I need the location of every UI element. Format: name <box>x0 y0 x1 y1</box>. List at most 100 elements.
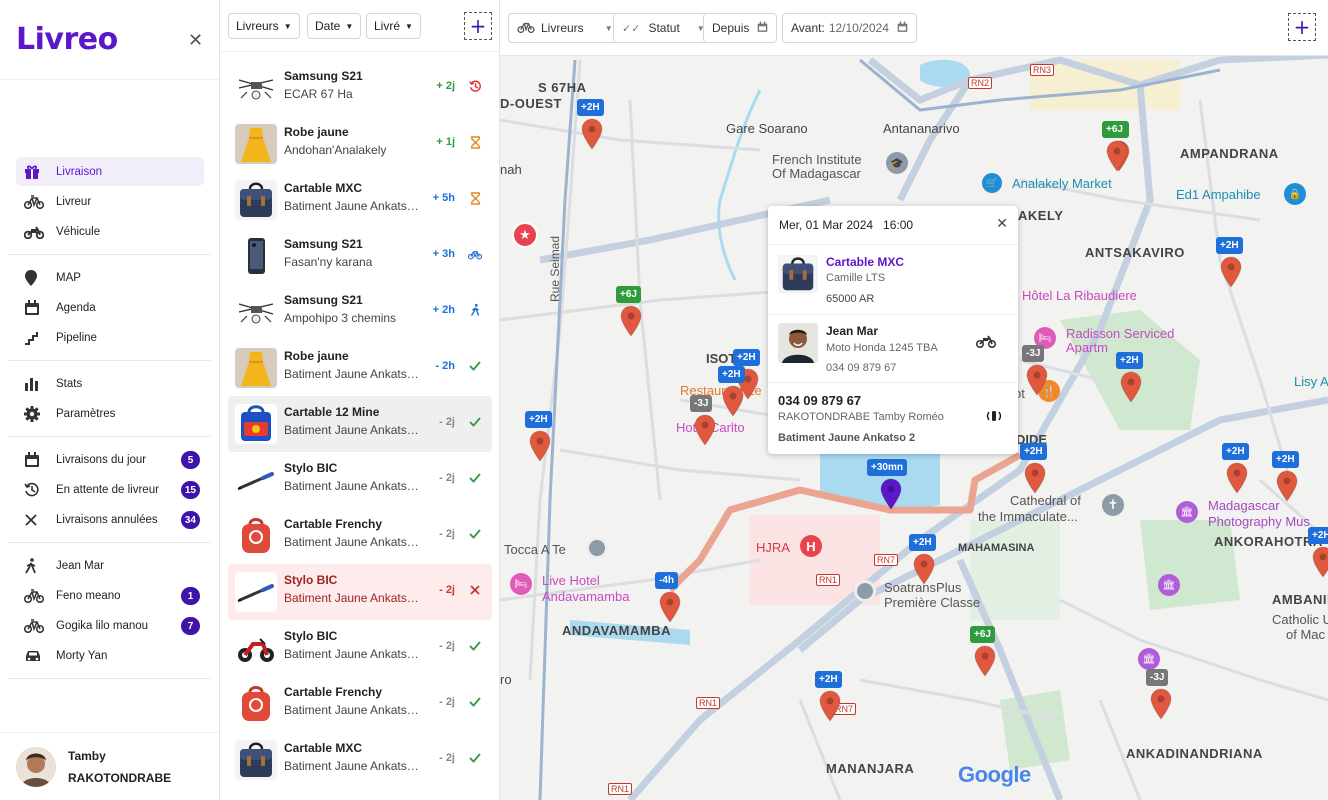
sidebar-item-courier-gogika[interactable]: Gogika lilo manou 7 <box>16 611 204 640</box>
delivery-popup[interactable]: Mer, 01 Mar 2024 16:00 ✕ Cartable MXC Ca… <box>768 206 1018 454</box>
delivery-pin[interactable] <box>1275 470 1299 502</box>
delivery-pin[interactable] <box>912 553 936 585</box>
delivery-row[interactable]: Samsung S21 Ampohipo 3 chemins + 2h <box>228 284 492 340</box>
sidebar-item-courier-morty-yan[interactable]: Morty Yan <box>16 641 204 670</box>
poi-marker-icon[interactable] <box>586 537 608 559</box>
church-icon[interactable]: ✝ <box>1102 494 1124 516</box>
delivery-row[interactable]: Cartable 12 Mine Batiment Jaune Ankatso 2… <box>228 396 492 452</box>
delivery-row[interactable]: Stylo BIC Batiment Jaune Ankatso 2 - 2j <box>228 620 492 676</box>
delivery-pin[interactable] <box>1311 546 1328 578</box>
close-icon <box>468 583 482 597</box>
museum-icon[interactable]: 🏛 <box>1158 574 1180 596</box>
filter-livreurs-dropdown[interactable]: Livreurs ▼ <box>228 13 300 39</box>
phone-ringing-icon[interactable] <box>986 408 1002 427</box>
count-badge: 1 <box>181 587 200 605</box>
close-icon <box>24 511 46 529</box>
hotel-icon[interactable]: 🛏 <box>510 573 532 595</box>
delivery-row[interactable]: Stylo BIC Batiment Jaune Ankatso 2 - 2j <box>228 452 492 508</box>
popup-product-title[interactable]: Cartable MXC <box>826 255 904 269</box>
filter-label: Avant: <box>791 21 825 35</box>
sidebar-item-agenda[interactable]: Agenda <box>16 293 204 322</box>
delivery-pin[interactable] <box>1025 364 1049 396</box>
pin-time-label: -3J <box>1146 669 1169 686</box>
close-popup-icon[interactable]: ✕ <box>996 216 1008 232</box>
sidebar-item-en-attente[interactable]: En attente de livreur 15 <box>16 475 204 504</box>
map-filter-livreurs-dropdown[interactable]: Livreurs ▼ <box>508 13 622 43</box>
map-filter-depuis-date[interactable]: Depuis <box>703 13 778 43</box>
delivery-row[interactable]: Stylo BIC Batiment Jaune Ankatso 2 - 2j <box>228 564 492 620</box>
sidebar-item-courier-jean-mar[interactable]: Jean Mar <box>16 551 204 580</box>
school-icon[interactable]: 🎓 <box>886 152 908 174</box>
active-courier-pin[interactable] <box>879 478 903 510</box>
user-profile[interactable]: Tamby RAKOTONDRABE <box>0 732 219 800</box>
hospital-icon[interactable]: H <box>800 535 822 557</box>
delivery-list-panel: Livreurs ▼ Date ▼ Livré ▼ + Samsung S21 ECAR… <box>220 0 500 800</box>
sidebar-item-courier-feno-meano[interactable]: Feno meano 1 <box>16 581 204 610</box>
map-filter-avant-date[interactable]: Avant: 12/10/2024 <box>782 13 917 43</box>
poi-marker-icon[interactable] <box>854 580 876 602</box>
map-filter-statut-dropdown[interactable]: ✓✓ Statut ▼ <box>613 13 714 43</box>
map-label: ANKADINANDRIANA <box>1126 746 1263 761</box>
close-sidebar-icon[interactable]: ✕ <box>188 30 203 51</box>
product-thumbnail <box>235 628 277 668</box>
filter-livre-dropdown[interactable]: Livré ▼ <box>366 13 421 39</box>
museum-icon[interactable]: 🏛 <box>1176 501 1198 523</box>
delivery-pin[interactable] <box>619 305 643 337</box>
delivery-pin[interactable] <box>693 414 717 446</box>
map-label: ro <box>500 672 512 687</box>
sidebar-item-annulees[interactable]: Livraisons annulées 34 <box>16 505 204 534</box>
delivery-time-offset: - 2j <box>439 584 455 596</box>
divider <box>8 542 211 543</box>
add-delivery-button[interactable]: + <box>464 12 492 40</box>
pin-time-label: +2H <box>909 534 936 551</box>
delivery-pin[interactable] <box>1225 462 1249 494</box>
museum-icon[interactable]: 🏛 <box>1138 648 1160 670</box>
sidebar-item-stats[interactable]: Stats <box>16 369 204 398</box>
delivery-row[interactable]: Cartable MXC Batiment Jaune Ankatso 2 + 5h <box>228 172 492 228</box>
sidebar-item-livreur[interactable]: Livreur <box>16 187 204 216</box>
delivery-row[interactable]: Samsung S21 ECAR 67 Ha + 2j <box>228 60 492 116</box>
map-label: S 67HA <box>538 80 587 95</box>
add-map-item-button[interactable]: + <box>1288 13 1316 41</box>
delivery-row[interactable]: Robe jaune Batiment Jaune Ankatso 2 - 2h <box>228 340 492 396</box>
sidebar-item-livraisons-du-jour[interactable]: Livraisons du jour 5 <box>16 445 204 474</box>
delivery-pin[interactable] <box>1149 688 1173 720</box>
popup-client-phone[interactable]: 034 09 879 67 <box>778 393 861 408</box>
delivery-row[interactable]: Cartable Frenchy Batiment Jaune Ankatso 2… <box>228 676 492 732</box>
sidebar-item-parametres[interactable]: Paramètres <box>16 399 204 428</box>
shopping-cart-icon[interactable]: 🛒 <box>982 173 1002 193</box>
delivery-pin[interactable] <box>528 430 552 462</box>
delivery-pin[interactable] <box>721 385 745 417</box>
pin-time-label: -3J <box>690 395 713 412</box>
app-logo[interactable]: Livreo <box>16 22 118 57</box>
delivery-row[interactable]: Cartable MXC Batiment Jaune Ankatso 2 - 2j <box>228 732 492 788</box>
delivery-title: Samsung S21 <box>284 69 363 83</box>
lock-icon[interactable]: 🔒 <box>1284 183 1306 205</box>
delivery-title: Robe jaune <box>284 349 349 363</box>
sidebar-item-livraison[interactable]: Livraison <box>16 157 204 186</box>
calendar-icon <box>757 21 768 36</box>
sidebar-item-vehicule[interactable]: Véhicule <box>16 217 204 246</box>
map-panel[interactable]: D-OUEST S 67HA nah Gare Soarano Antanana… <box>500 0 1328 800</box>
delivery-address: Andohan'Analakely <box>284 143 387 157</box>
delivery-row[interactable]: Cartable Frenchy Batiment Jaune Ankatso 2… <box>228 508 492 564</box>
sidebar-item-map[interactable]: MAP <box>16 263 204 292</box>
count-badge: 34 <box>180 511 200 529</box>
map-label: ANKORAHOTRA <box>1214 534 1323 549</box>
product-thumbnail <box>235 572 277 612</box>
delivery-pin[interactable] <box>973 645 997 677</box>
delivery-pin[interactable] <box>580 118 604 150</box>
delivery-pin[interactable] <box>1219 256 1243 288</box>
delivery-pin[interactable] <box>1119 371 1143 403</box>
sidebar-item-pipeline[interactable]: Pipeline <box>16 323 204 352</box>
delivery-row[interactable]: Samsung S21 Fasan'ny karana + 3h <box>228 228 492 284</box>
poi-star-icon[interactable]: ★ <box>512 222 538 248</box>
delivery-pin[interactable] <box>1105 140 1129 172</box>
chevron-down-icon: ▼ <box>283 21 292 31</box>
delivery-pin[interactable] <box>1023 462 1047 494</box>
delivery-address: Fasan'ny karana <box>284 255 373 269</box>
delivery-row[interactable]: Robe jaune Andohan'Analakely + 1j <box>228 116 492 172</box>
delivery-pin[interactable] <box>658 591 682 623</box>
filter-date-dropdown[interactable]: Date ▼ <box>307 13 362 39</box>
delivery-pin[interactable] <box>818 690 842 722</box>
